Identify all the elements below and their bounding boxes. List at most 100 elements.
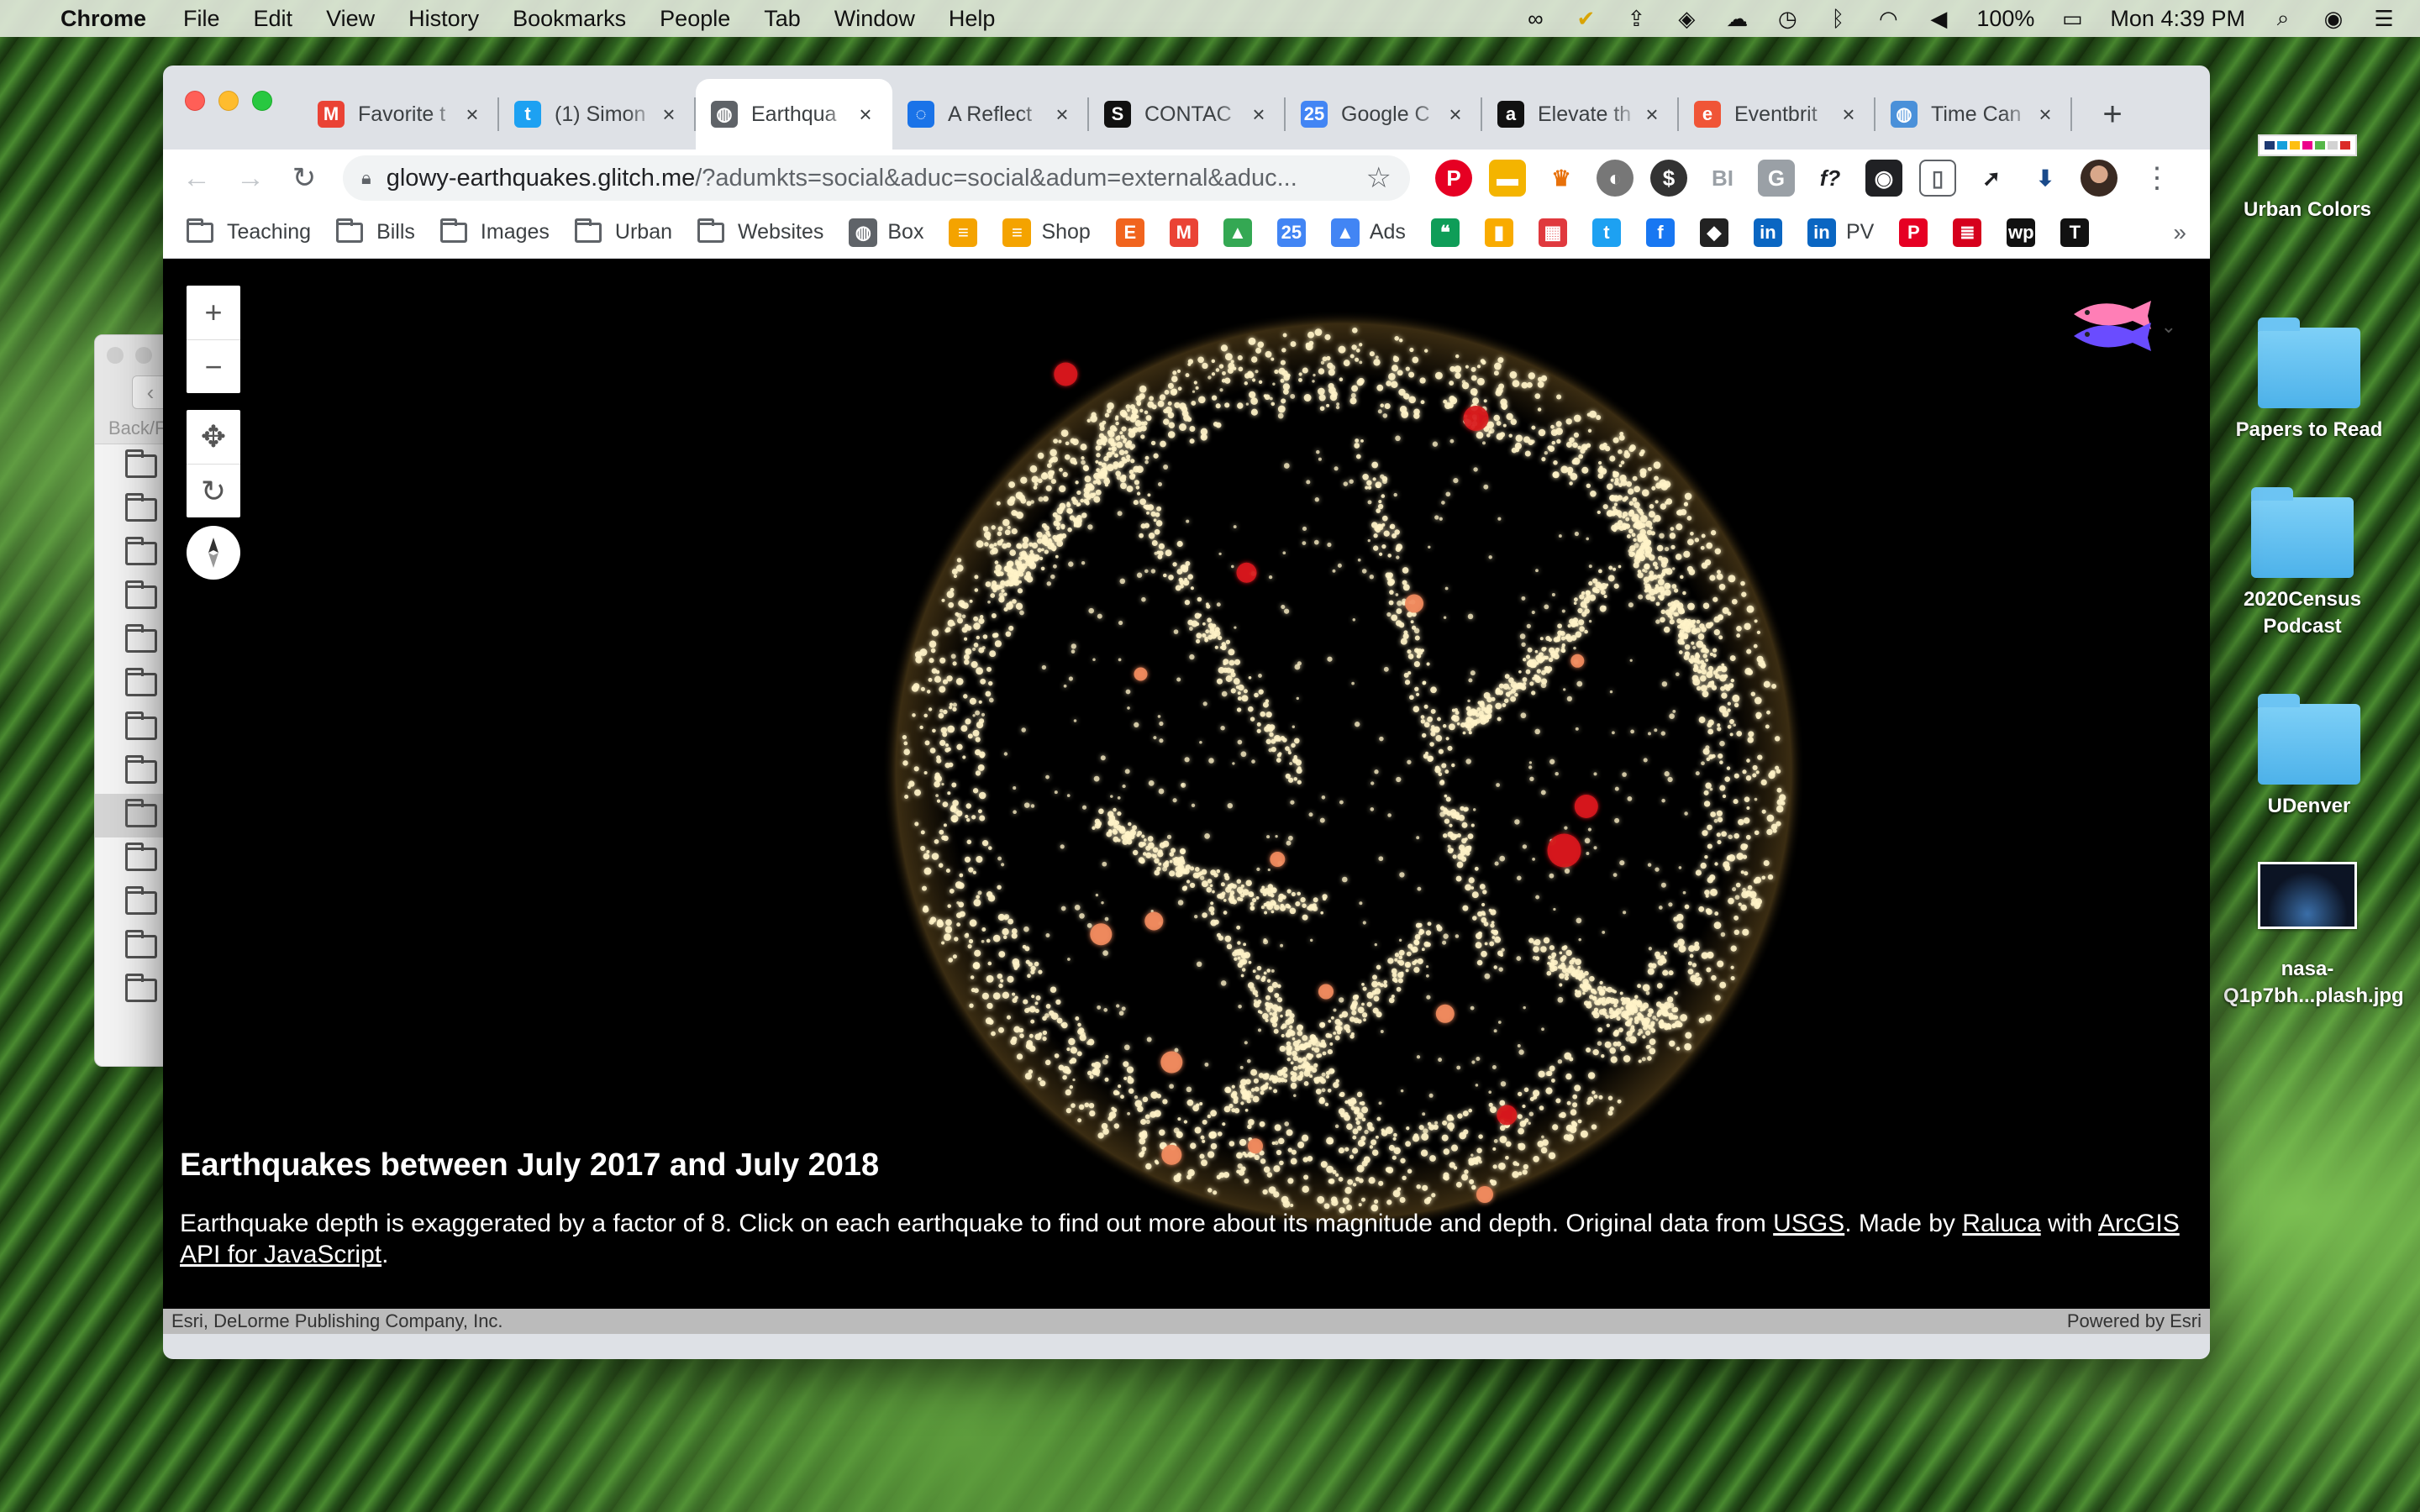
- earthquake-point[interactable]: [1286, 1041, 1292, 1047]
- earthquake-point[interactable]: [1135, 415, 1139, 419]
- earthquake-point[interactable]: [1006, 580, 1011, 584]
- earthquake-point[interactable]: [1044, 1059, 1051, 1066]
- earthquake-point[interactable]: [1285, 1013, 1289, 1017]
- earthquake-point[interactable]: [1236, 925, 1241, 930]
- earthquake-point[interactable]: [929, 748, 936, 753]
- earthquake-point[interactable]: [1030, 804, 1035, 808]
- earthquake-point[interactable]: [1204, 833, 1210, 839]
- earthquake-point[interactable]: [1620, 460, 1625, 465]
- earthquake-point[interactable]: [1302, 1157, 1308, 1163]
- earthquake-point[interactable]: [1730, 678, 1735, 683]
- earthquake-point[interactable]: [1066, 501, 1071, 506]
- earthquake-point[interactable]: [1244, 1178, 1249, 1184]
- earthquake-point[interactable]: [1573, 414, 1581, 423]
- earthquake-point[interactable]: [1229, 892, 1234, 896]
- earthquake-point[interactable]: [1675, 554, 1682, 560]
- earthquake-point[interactable]: [1489, 428, 1495, 434]
- earthquake-point[interactable]: [1086, 495, 1092, 501]
- earthquake-point[interactable]: [1569, 1126, 1577, 1133]
- earthquake-point[interactable]: [1647, 466, 1652, 471]
- earthquake-point[interactable]: [1062, 1074, 1067, 1080]
- earthquake-point[interactable]: [1393, 492, 1397, 497]
- earthquake-point[interactable]: [1239, 897, 1244, 902]
- earthquake-point[interactable]: [1499, 855, 1506, 862]
- earthquake-point[interactable]: [1201, 880, 1208, 888]
- earthquake-point[interactable]: [1655, 619, 1660, 624]
- earthquake-point[interactable]: [1296, 696, 1299, 701]
- earthquake-point[interactable]: [1669, 1040, 1676, 1047]
- earthquake-point[interactable]: [1432, 441, 1439, 447]
- earthquake-point[interactable]: [1649, 1047, 1656, 1055]
- bookmark-23[interactable]: wp: [2007, 218, 2036, 247]
- earthquake-point[interactable]: [1269, 1077, 1272, 1081]
- earthquake-point[interactable]: [1632, 475, 1638, 481]
- earthquake-point[interactable]: [1621, 1001, 1626, 1005]
- earthquake-point[interactable]: [1059, 467, 1063, 472]
- earthquake-point[interactable]: [1303, 1042, 1309, 1048]
- earthquake-point[interactable]: [1423, 1198, 1431, 1205]
- tab-0[interactable]: M Favorite t ×: [302, 79, 499, 150]
- earthquake-point[interactable]: [1684, 492, 1692, 501]
- earthquake-point[interactable]: [1362, 474, 1369, 480]
- earthquake-point[interactable]: [1061, 1021, 1068, 1029]
- earthquake-point[interactable]: [1748, 731, 1754, 738]
- earthquake-point[interactable]: [972, 714, 976, 717]
- earthquake-point[interactable]: [1075, 480, 1079, 485]
- earthquake-point[interactable]: [1707, 722, 1712, 728]
- earthquake-point[interactable]: [1006, 601, 1013, 610]
- earthquake-point[interactable]: [1427, 921, 1432, 927]
- earthquake-point[interactable]: [1007, 918, 1014, 925]
- earthquake-point[interactable]: [1545, 636, 1551, 641]
- menu-history[interactable]: History: [408, 6, 479, 32]
- earthquake-point[interactable]: [1655, 482, 1662, 489]
- earthquake-point[interactable]: [1280, 1014, 1283, 1018]
- close-tab-icon[interactable]: ×: [657, 102, 681, 128]
- earthquake-point[interactable]: [1767, 874, 1774, 880]
- earthquake-point[interactable]: [1407, 1168, 1413, 1174]
- earthquake-point[interactable]: [1702, 602, 1710, 609]
- earthquake-point[interactable]: [1121, 426, 1127, 432]
- earthquake-point[interactable]: [1392, 977, 1397, 982]
- earthquake-point[interactable]: [1371, 1149, 1379, 1156]
- earthquake-point[interactable]: [1341, 1011, 1349, 1018]
- earthquake-point[interactable]: [1102, 861, 1107, 867]
- earthquake-point[interactable]: [1107, 447, 1112, 451]
- menu-help[interactable]: Help: [949, 6, 996, 32]
- earthquake-point[interactable]: [1632, 1006, 1636, 1011]
- earthquake-point[interactable]: [1572, 442, 1578, 449]
- earthquake-point[interactable]: [1546, 970, 1552, 976]
- earthquake-point[interactable]: [1214, 645, 1218, 649]
- earthquake-point[interactable]: [1719, 740, 1725, 747]
- earthquake-point[interactable]: [1169, 1084, 1174, 1089]
- earthquake-point[interactable]: [1451, 708, 1455, 712]
- earthquake-point[interactable]: [1456, 816, 1460, 820]
- earthquake-point[interactable]: [1637, 537, 1643, 543]
- earthquake-point[interactable]: [959, 873, 964, 878]
- earthquake-point[interactable]: [994, 640, 1002, 648]
- earthquake-point[interactable]: [1240, 974, 1244, 978]
- earthquake-point[interactable]: [1179, 423, 1186, 431]
- earthquake-point[interactable]: [1026, 577, 1029, 581]
- earthquake-point[interactable]: [1199, 1153, 1205, 1159]
- earthquake-point[interactable]: [1404, 680, 1411, 685]
- earthquake-point[interactable]: [1122, 784, 1126, 789]
- earthquake-point[interactable]: [1662, 1022, 1668, 1028]
- earthquake-point[interactable]: [1334, 466, 1339, 471]
- earthquake-point[interactable]: [1555, 421, 1562, 428]
- earthquake-point[interactable]: [955, 677, 964, 685]
- earthquake-point[interactable]: [1694, 538, 1700, 543]
- earthquake-point[interactable]: [1577, 607, 1583, 614]
- earthquake-point[interactable]: [1512, 1171, 1519, 1179]
- earthquake-point[interactable]: [1189, 882, 1196, 889]
- earthquake-point[interactable]: [1461, 822, 1468, 828]
- earthquake-point[interactable]: [1189, 627, 1193, 631]
- earthquake-point[interactable]: [1123, 1044, 1130, 1051]
- earthquake-point[interactable]: [1007, 498, 1015, 507]
- earthquake-point[interactable]: [1704, 890, 1710, 895]
- earthquake-point[interactable]: [1497, 717, 1502, 722]
- earthquake-point[interactable]: [1180, 848, 1186, 854]
- finder-row[interactable]: [95, 663, 169, 706]
- earthquake-point[interactable]: [928, 677, 933, 682]
- earthquake-point[interactable]: [1149, 396, 1155, 402]
- earthquake-point[interactable]: [902, 734, 908, 740]
